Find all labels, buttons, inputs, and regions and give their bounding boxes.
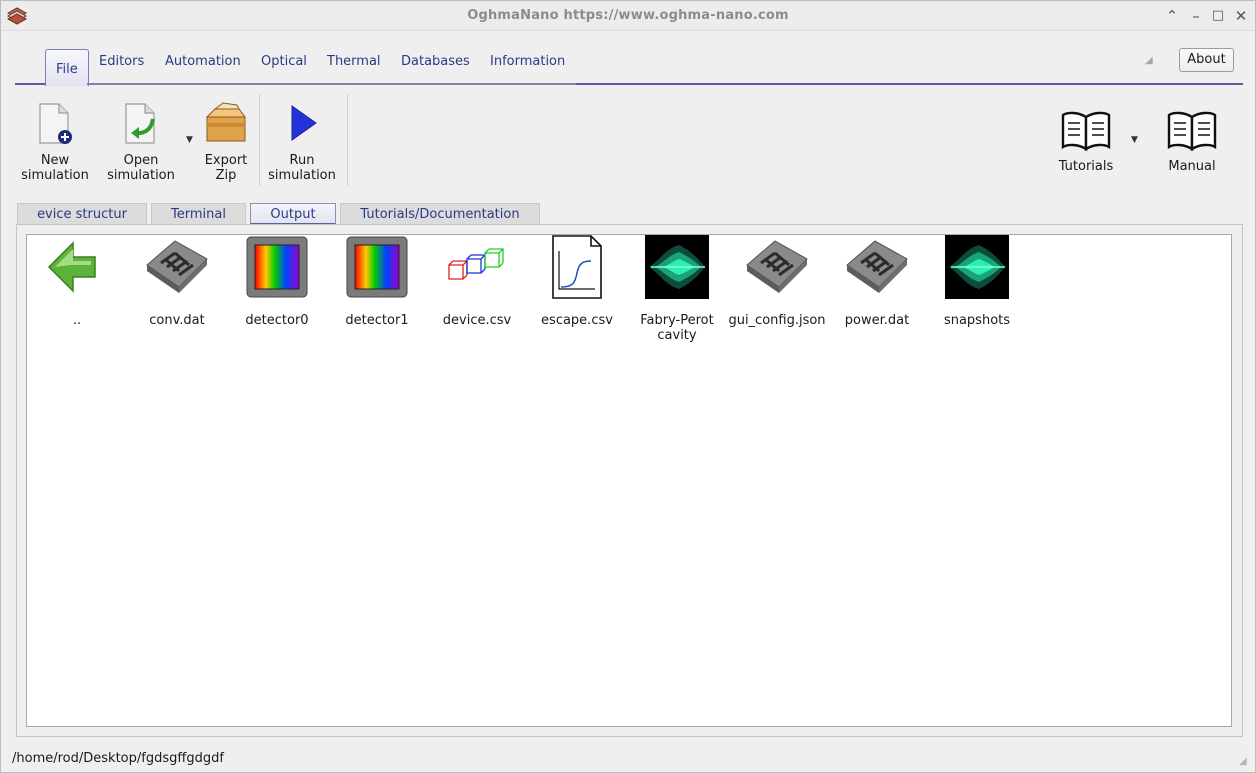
toolbar-separator-2 (347, 94, 348, 186)
open-document-icon (125, 103, 155, 144)
file-item-detector0[interactable]: detector0 (227, 235, 327, 328)
cubes-icon (448, 248, 504, 280)
ribbon-tab-bar: File Editors Automation Optical Thermal … (15, 45, 1243, 86)
file-name: snapshots (943, 313, 1011, 328)
status-path: /home/rod/Desktop/fgdsgffgdgdf (12, 751, 224, 766)
tutorials-label: Tutorials (1058, 159, 1114, 174)
resize-grip-icon[interactable]: ◢ (1239, 756, 1251, 768)
file-name: detector0 (245, 313, 309, 328)
chevron-up-icon[interactable]: ⌃ (1162, 6, 1182, 26)
data-file-icon (846, 240, 908, 293)
play-icon (291, 105, 317, 141)
tab-output[interactable]: Output (250, 203, 336, 225)
minimize-icon[interactable]: – (1186, 6, 1206, 26)
graph-file-icon (552, 235, 602, 299)
grip-icon: ◢ (1145, 55, 1153, 66)
window-title: OghmaNano https://www.oghma-nano.com (467, 8, 789, 23)
open-simulation-button[interactable]: Open simulation (103, 101, 179, 183)
file-item-parent[interactable]: .. (27, 235, 127, 328)
toolbar-separator (259, 94, 260, 186)
tab-automation[interactable]: Automation (165, 54, 241, 76)
status-bar: /home/rod/Desktop/fgdsgffgdgdf ◢ (1, 747, 1255, 772)
file-name-line-2: cavity (657, 328, 697, 343)
file-item-escape-csv[interactable]: escape.csv (527, 235, 627, 328)
file-item-detector1[interactable]: detector1 (327, 235, 427, 328)
file-item-device-csv[interactable]: device.csv (427, 235, 527, 328)
file-item-snapshots[interactable]: snapshots (927, 235, 1027, 328)
tab-device-structure[interactable]: evice structur (17, 203, 147, 225)
tab-terminal[interactable]: Terminal (151, 203, 246, 225)
detector-icon (246, 236, 308, 298)
open-simulation-label-1: Open (123, 153, 159, 168)
tab-optical[interactable]: Optical (261, 54, 307, 76)
new-simulation-button[interactable]: New simulation (17, 101, 93, 183)
manual-button[interactable]: Manual (1159, 109, 1225, 174)
data-file-icon (146, 240, 208, 293)
book-icon (1061, 111, 1111, 152)
data-file-icon (746, 240, 808, 293)
book-icon (1167, 111, 1217, 152)
file-name: gui_config.json (728, 313, 826, 328)
about-button[interactable]: About (1179, 48, 1234, 72)
file-name: escape.csv (541, 313, 613, 328)
tab-file[interactable]: File (45, 49, 89, 86)
tab-thermal[interactable]: Thermal (327, 54, 381, 76)
box-icon (205, 102, 246, 142)
close-icon[interactable]: ✕ (1231, 6, 1251, 26)
file-item-fabry-perot-cavity[interactable]: Fabry-Perot cavity (627, 235, 727, 343)
run-simulation-label-2: simulation (268, 168, 336, 183)
tab-underline (87, 83, 576, 85)
file-name: detector1 (345, 313, 409, 328)
file-name: device.csv (442, 313, 512, 328)
file-name: conv.dat (149, 313, 205, 328)
open-simulation-dropdown-icon[interactable]: ▼ (186, 135, 193, 145)
cavity-icon (945, 235, 1009, 299)
file-name: .. (72, 313, 82, 328)
file-item-power-dat[interactable]: power.dat (827, 235, 927, 328)
new-document-icon (39, 103, 72, 144)
file-name-line-1: Fabry-Perot (640, 313, 714, 328)
maximize-icon[interactable]: □ (1208, 6, 1228, 26)
document-tab-bar: evice structur Terminal Output Tutorials… (15, 202, 555, 226)
export-zip-label-2: Zip (215, 168, 237, 183)
tab-tutorials-documentation[interactable]: Tutorials/Documentation (340, 203, 540, 225)
file-item-gui-config-json[interactable]: gui_config.json (727, 235, 827, 328)
tutorials-button[interactable]: Tutorials (1051, 109, 1121, 174)
open-simulation-label-2: simulation (107, 168, 175, 183)
file-item-conv-dat[interactable]: conv.dat (127, 235, 227, 328)
detector-icon (346, 236, 408, 298)
main-window: OghmaNano https://www.oghma-nano.com ⌃ –… (0, 0, 1256, 773)
back-arrow-icon (47, 241, 96, 293)
new-simulation-label-2: simulation (21, 168, 89, 183)
run-simulation-button[interactable]: Run simulation (264, 101, 340, 183)
tab-editors[interactable]: Editors (99, 54, 144, 76)
new-simulation-label-1: New (40, 153, 70, 168)
export-zip-label-1: Export (204, 153, 248, 168)
cavity-icon (645, 235, 709, 299)
tutorials-dropdown-icon[interactable]: ▼ (1131, 135, 1138, 145)
export-zip-button[interactable]: Export Zip (195, 101, 257, 183)
tab-databases[interactable]: Databases (401, 54, 470, 76)
file-name: power.dat (844, 313, 910, 328)
run-simulation-label-1: Run (289, 153, 315, 168)
manual-label: Manual (1168, 159, 1216, 174)
title-bar: OghmaNano https://www.oghma-nano.com ⌃ –… (1, 1, 1255, 31)
tab-information[interactable]: Information (490, 54, 565, 76)
